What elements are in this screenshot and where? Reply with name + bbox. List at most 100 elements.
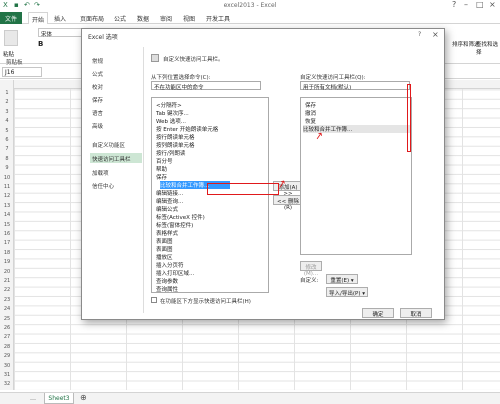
nav-proofing[interactable]: 校对 [90,81,142,91]
row-number[interactable]: 3 [0,109,14,115]
row-number[interactable]: 11 [0,184,14,190]
row-number[interactable]: 10 [0,175,14,181]
command-item[interactable]: 编辑链接... [156,189,183,197]
command-item[interactable]: 编辑查询... [156,197,183,205]
command-item[interactable]: 表格样式 [156,229,178,237]
row-number[interactable]: 5 [0,128,14,134]
command-item[interactable]: 标签(ActiveX 控件) [156,213,205,221]
command-item[interactable]: 表面图 [156,237,173,245]
command-item[interactable]: 表面图 [156,245,173,253]
command-item[interactable]: 编辑公式 [156,205,178,213]
row-number[interactable]: 28 [0,344,14,350]
row-number[interactable]: 7 [0,146,14,152]
commands-list[interactable]: <分隔符> Tab 键次序... Web 选项... 按 Enter 开始朗读单元格按… [151,97,269,293]
command-item[interactable]: Tab 键次序... [156,109,189,117]
row-number[interactable]: 17 [0,240,14,246]
close-icon[interactable]: × [489,0,496,9]
nav-save[interactable]: 保存 [90,94,142,104]
tab-review[interactable]: 审阅 [160,14,172,23]
command-item[interactable]: 插入分页符 [156,261,184,269]
nav-formulas[interactable]: 公式 [90,68,142,78]
command-item[interactable]: 按 Enter 开始朗读单元格 [156,125,218,133]
command-item[interactable]: <分隔符> [156,101,182,109]
choose-from-select[interactable]: 不在功能区中的命令 [151,81,261,91]
qat-item[interactable]: 恢复 [305,117,316,125]
tab-home[interactable]: 开始 [28,12,49,24]
row-number[interactable]: 24 [0,306,14,312]
nav-quick-access-toolbar[interactable]: 快速访问工具栏 [90,153,142,163]
command-item[interactable]: 标签(窗体控件) [156,221,193,229]
bold-icon[interactable]: B [38,40,43,48]
nav-advanced[interactable]: 高级 [90,120,142,130]
row-number[interactable]: 14 [0,212,14,218]
row-number[interactable]: 23 [0,297,14,303]
row-number[interactable]: 22 [0,287,14,293]
command-item[interactable]: 查询参数 [156,277,178,285]
row-number[interactable]: 32 [0,381,14,387]
nav-addins[interactable]: 加载项 [90,167,142,177]
paste-label[interactable]: 粘贴 [3,50,14,58]
minimize-icon[interactable]: – [464,0,468,9]
tab-data[interactable]: 数据 [137,14,149,23]
nav-language[interactable]: 语言 [90,107,142,117]
command-item[interactable]: 播放区 [156,253,173,261]
row-number[interactable]: 16 [0,231,14,237]
row-number[interactable]: 4 [0,118,14,124]
command-item[interactable]: 插入打印区域... [156,269,194,277]
command-item[interactable]: 查询属性 [156,285,178,292]
command-item[interactable]: 按行朗读单元格 [156,133,195,141]
qat-items-list[interactable]: 保存 撤消 恢复 比较和合并工作簿... [300,97,412,255]
row-number[interactable]: 20 [0,269,14,275]
nav-general[interactable]: 常规 [90,55,142,65]
command-item[interactable]: 保存 [156,173,167,181]
row-number[interactable]: 9 [0,165,14,171]
customize-qat-select[interactable]: 用于所有文档(默认) [300,81,410,91]
paste-icon[interactable] [4,30,18,46]
cancel-button[interactable]: 取消 [400,308,432,318]
row-number[interactable]: 2 [0,99,14,105]
tab-file[interactable]: 文件 [0,12,22,24]
tab-insert[interactable]: 插入 [54,14,66,23]
dialog-help-icon[interactable]: ? [418,31,421,38]
row-number[interactable]: 21 [0,278,14,284]
command-item[interactable]: Web 选项... [156,117,186,125]
command-item[interactable]: 帮助 [156,165,167,173]
qat-item[interactable]: 保存 [305,101,316,109]
sheet-nav-icon[interactable]: … [30,395,36,402]
add-sheet-icon[interactable]: ⊕ [80,393,87,402]
command-item[interactable]: 按行/列朗读 [156,149,185,157]
nav-customize-ribbon[interactable]: 自定义功能区 [90,139,142,149]
row-number[interactable]: 26 [0,325,14,331]
row-number[interactable]: 13 [0,203,14,209]
row-number[interactable]: 30 [0,363,14,369]
row-number[interactable]: 27 [0,334,14,340]
find-select-button[interactable]: 查找和选择 [476,40,500,56]
ok-button[interactable]: 确定 [362,308,394,318]
command-item[interactable]: 按列朗读单元格 [156,141,195,149]
remove-button[interactable]: << 删除(R) [273,195,303,211]
row-number[interactable]: 25 [0,316,14,322]
row-number[interactable]: 12 [0,193,14,199]
help-icon[interactable]: ? [452,0,456,9]
command-item[interactable]: 百分号 [156,157,173,165]
name-box[interactable]: J16 [2,67,42,77]
show-below-checkbox[interactable] [151,297,157,303]
maximize-icon[interactable]: □ [476,0,484,9]
sheet-tab[interactable]: Sheet3 [44,393,74,404]
reset-button[interactable]: 重置(E) ▾ [326,274,358,284]
row-number[interactable]: 31 [0,372,14,378]
row-number[interactable]: 6 [0,137,14,143]
row-number[interactable]: 29 [0,353,14,359]
modify-button[interactable]: 修改(M)... [300,261,322,277]
tab-developer[interactable]: 开发工具 [206,14,230,23]
dialog-close-icon[interactable]: × [432,30,439,39]
nav-trust-center[interactable]: 信任中心 [90,180,142,190]
row-number[interactable]: 15 [0,222,14,228]
tab-view[interactable]: 视图 [183,14,195,23]
row-number[interactable]: 19 [0,259,14,265]
row-number[interactable]: 18 [0,250,14,256]
qat-item[interactable]: 撤消 [305,109,316,117]
tab-formulas[interactable]: 公式 [114,14,126,23]
row-number[interactable]: 1 [0,90,14,96]
row-number[interactable]: 8 [0,156,14,162]
